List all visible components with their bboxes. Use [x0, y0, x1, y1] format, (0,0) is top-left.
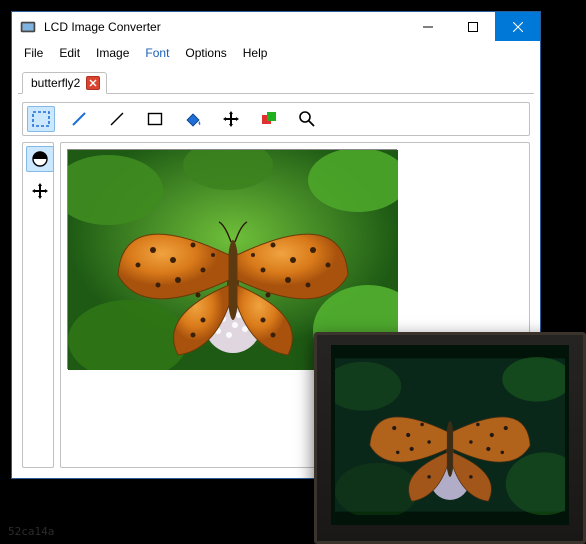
menubar: File Edit Image Font Options Help — [12, 42, 540, 64]
menu-image[interactable]: Image — [88, 44, 137, 62]
toolbar — [22, 102, 530, 136]
minimize-button[interactable] — [405, 12, 450, 41]
select-rect-icon — [31, 110, 51, 128]
tab-close-button[interactable] — [86, 76, 100, 90]
lcd-device — [314, 332, 586, 544]
side-fill-tool[interactable] — [26, 146, 54, 172]
menu-help[interactable]: Help — [235, 44, 276, 62]
select-rect-tool[interactable] — [27, 106, 55, 132]
app-icon — [20, 19, 36, 35]
rectangle-tool[interactable] — [141, 106, 169, 132]
menu-edit[interactable]: Edit — [51, 44, 88, 62]
pencil-icon — [70, 110, 88, 128]
side-move-tool[interactable] — [26, 178, 54, 204]
tab-label: butterfly2 — [31, 76, 80, 90]
window-buttons — [405, 12, 540, 42]
color-icon — [260, 110, 278, 128]
color-tool[interactable] — [255, 106, 283, 132]
lcd-screen — [331, 345, 569, 525]
tabbar: butterfly2 — [12, 70, 540, 94]
move-icon — [31, 182, 49, 200]
pencil-tool[interactable] — [65, 106, 93, 132]
maximize-button[interactable] — [450, 12, 495, 41]
line-icon — [108, 110, 126, 128]
menu-file[interactable]: File — [16, 44, 51, 62]
line-tool[interactable] — [103, 106, 131, 132]
lcd-butterfly-image — [335, 355, 565, 515]
zoom-tool[interactable] — [293, 106, 321, 132]
rectangle-icon — [146, 110, 164, 128]
menu-options[interactable]: Options — [177, 44, 234, 62]
fill-tool-button[interactable] — [179, 106, 207, 132]
side-toolbar — [22, 142, 54, 468]
zoom-icon — [298, 110, 316, 128]
move-tool-button[interactable] — [217, 106, 245, 132]
window-title: LCD Image Converter — [44, 20, 405, 34]
watermark: 52ca14a — [8, 525, 54, 538]
move-icon — [222, 110, 240, 128]
menu-font[interactable]: Font — [137, 44, 177, 62]
titlebar: LCD Image Converter — [12, 12, 540, 42]
close-button[interactable] — [495, 12, 540, 41]
circle-half-icon — [31, 150, 49, 168]
fill-icon — [183, 110, 203, 128]
tab-butterfly2[interactable]: butterfly2 — [22, 72, 107, 94]
